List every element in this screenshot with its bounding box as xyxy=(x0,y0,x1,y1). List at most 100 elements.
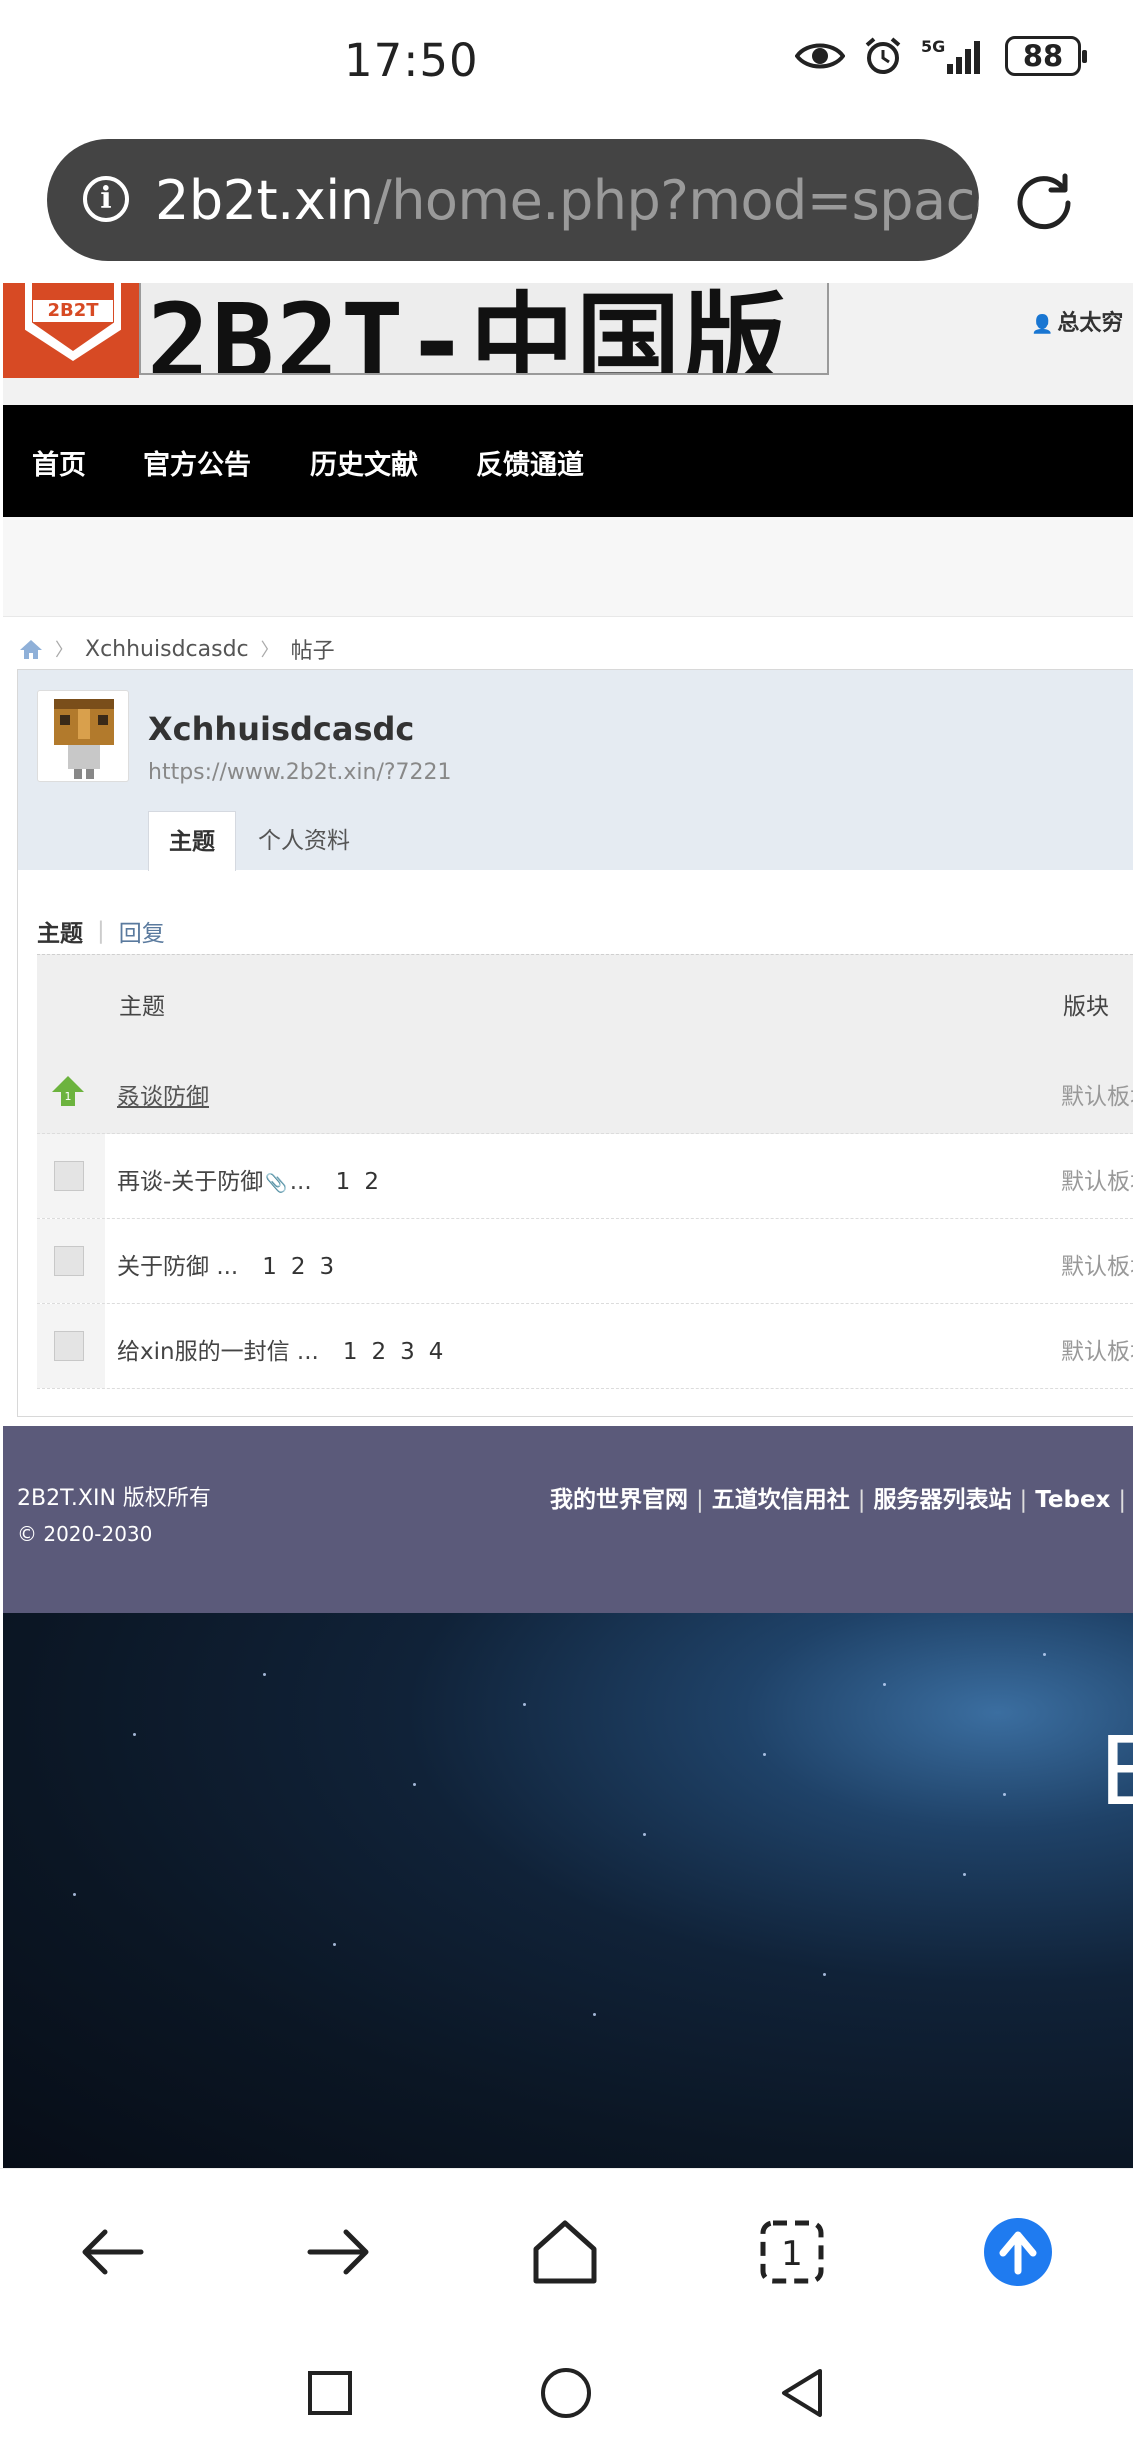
footer-separator: | xyxy=(1118,1487,1127,1513)
table-row[interactable]: 给xin服的一封信 ... 1234 默认板块 xyxy=(37,1304,1133,1389)
topic-title[interactable]: 给xin服的一封信 xyxy=(117,1339,290,1365)
upload-arrow-icon[interactable] xyxy=(983,2217,1053,2287)
system-navigation xyxy=(0,2333,1133,2453)
home-circle-icon[interactable] xyxy=(536,2363,596,2423)
tab-topics[interactable]: 主题 xyxy=(148,811,236,871)
battery-icon: 88 xyxy=(1005,36,1087,76)
site-info-icon[interactable]: i xyxy=(83,176,129,222)
page-links: 123 xyxy=(248,1254,334,1280)
profile-header: Xchhuisdcasdc https://www.2b2t.xin/?7221… xyxy=(18,670,1133,871)
page-link[interactable]: 2 xyxy=(364,1169,379,1195)
site-title-image[interactable]: 2B2T-中国版 xyxy=(139,283,829,375)
site-logo[interactable]: 2B2T xyxy=(3,283,139,378)
hot-topic-icon: 1 xyxy=(52,1076,84,1106)
topic-forum[interactable]: 默认板块 xyxy=(1061,1077,1133,1111)
topic-forum[interactable]: 默认板块 xyxy=(1061,1247,1133,1281)
breadcrumb-section[interactable]: 帖子 xyxy=(291,633,335,665)
topic-forum[interactable]: 默认板块 xyxy=(1061,1162,1133,1196)
alarm-icon xyxy=(865,37,901,74)
header-topic: 主题 xyxy=(119,994,165,1020)
topic-icon xyxy=(54,1161,84,1191)
subtab-separator: | xyxy=(97,918,105,944)
reload-icon[interactable] xyxy=(1013,170,1075,232)
subtab-topics[interactable]: 主题 xyxy=(37,914,83,948)
browser-toolbar: 1 xyxy=(0,2168,1133,2333)
svg-text:5G: 5G xyxy=(921,37,945,56)
footer-link-server-list[interactable]: 服务器列表站 xyxy=(874,1487,1012,1513)
hero-heading-partial: E xyxy=(1100,1713,1133,1828)
topic-forum[interactable]: 默认板块 xyxy=(1061,1332,1133,1366)
site-footer: 2B2T.XIN 版权所有 © 2020-2030 我的世界官网 | 五道坎信用社 |… xyxy=(3,1426,1133,1613)
page-link[interactable]: 2 xyxy=(291,1254,306,1280)
status-time: 17:50 xyxy=(344,34,479,87)
eye-icon xyxy=(795,43,845,69)
footer-separator: | xyxy=(1019,1487,1028,1513)
svg-text:1: 1 xyxy=(65,1090,72,1103)
topic-title-cell: 关于防御 ... 1 2 3 xyxy=(117,1247,334,1281)
topic-ellipsis: ... xyxy=(289,1169,312,1195)
table-row[interactable]: 关于防御 ... 123 默认板块 xyxy=(37,1219,1133,1304)
address-bar[interactable]: i 2b2t.xin/home.php?mod=space& xyxy=(47,139,979,261)
avatar[interactable] xyxy=(37,690,129,782)
topic-table: 主题 版块 1 叒谈防御 默认板块 再谈-关于防御📎...12 默认板 xyxy=(37,954,1133,1389)
footer-links: 我的世界官网 | 五道坎信用社 | 服务器列表站 | Tebex | xyxy=(550,1480,1133,1514)
footer-link-credit[interactable]: 五道坎信用社 xyxy=(712,1487,850,1513)
status-icons: 5G 88 xyxy=(795,36,1087,76)
topic-ellipsis: ... xyxy=(216,1254,239,1280)
back-arrow-icon[interactable] xyxy=(77,2217,147,2287)
nav-history[interactable]: 历史文献 xyxy=(310,443,418,482)
web-page: 2B2T 2B2T-中国版 总太穷 首页 官方公告 历史文献 反馈通道 〉 Xc… xyxy=(3,283,1133,2168)
site-banner: 2B2T 2B2T-中国版 总太穷 xyxy=(3,283,1133,405)
topic-title[interactable]: 关于防御 xyxy=(117,1254,209,1280)
table-row[interactable]: 1 叒谈防御 默认板块 xyxy=(37,1049,1133,1134)
page-link[interactable]: 3 xyxy=(320,1254,335,1280)
status-bar: 17:50 5G 88 xyxy=(0,0,1133,125)
nav-announcements[interactable]: 官方公告 xyxy=(143,443,251,482)
topic-title-cell: 再谈-关于防御 📎... 1 2 xyxy=(117,1162,379,1196)
recents-icon[interactable] xyxy=(300,2363,360,2423)
signal-icon: 5G xyxy=(921,37,980,74)
breadcrumb: 〉 Xchhuisdcasdc 〉 帖子 xyxy=(19,629,335,669)
footer-separator: | xyxy=(857,1487,866,1513)
home-icon[interactable] xyxy=(19,638,43,660)
page-link[interactable]: 3 xyxy=(400,1339,415,1365)
back-triangle-icon[interactable] xyxy=(772,2363,832,2423)
breadcrumb-user[interactable]: Xchhuisdcasdc xyxy=(85,637,249,662)
row-icon-cell xyxy=(37,1219,105,1303)
forward-arrow-icon[interactable] xyxy=(304,2217,374,2287)
main-nav: 首页 官方公告 历史文献 反馈通道 xyxy=(3,405,1133,517)
footer-link-minecraft[interactable]: 我的世界官网 xyxy=(550,1487,688,1513)
profile-name: Xchhuisdcasdc xyxy=(148,710,415,748)
subtab-replies[interactable]: 回复 xyxy=(119,914,165,948)
page-link[interactable]: 4 xyxy=(429,1339,444,1365)
nav-feedback[interactable]: 反馈通道 xyxy=(476,443,584,482)
logo-tag: 2B2T xyxy=(33,300,113,322)
user-menu-link[interactable]: 总太穷 xyxy=(1031,305,1123,337)
topic-icon xyxy=(54,1331,84,1361)
topic-title[interactable]: 再谈-关于防御 xyxy=(117,1169,263,1195)
home-icon[interactable] xyxy=(530,2217,600,2287)
subtabs: 主题 | 回复 xyxy=(37,914,165,948)
topic-title[interactable]: 叒谈防御 xyxy=(117,1077,209,1111)
breadcrumb-separator: 〉 xyxy=(260,640,279,661)
page-link[interactable]: 1 xyxy=(343,1339,358,1365)
tab-profile[interactable]: 个人资料 xyxy=(238,811,370,871)
footer-years: © 2020-2030 xyxy=(17,1522,153,1546)
page-links: 1234 xyxy=(329,1339,444,1365)
table-header: 主题 版块 xyxy=(37,954,1133,1049)
table-row[interactable]: 再谈-关于防御📎... 12 默认板块 xyxy=(37,1134,1133,1219)
page-link[interactable]: 1 xyxy=(336,1169,351,1195)
row-icon-cell: 1 xyxy=(37,1049,105,1133)
footer-link-tebex[interactable]: Tebex xyxy=(1035,1487,1110,1513)
page-link[interactable]: 1 xyxy=(262,1254,277,1280)
tabs-icon[interactable]: 1 xyxy=(757,2217,827,2287)
header-forum: 版块 xyxy=(1063,994,1109,1020)
url-text[interactable]: 2b2t.xin/home.php?mod=space& xyxy=(155,169,979,232)
paperclip-icon: 📎 xyxy=(265,1173,288,1194)
profile-url[interactable]: https://www.2b2t.xin/?7221 xyxy=(148,760,452,785)
breadcrumb-separator: 〉 xyxy=(55,640,73,661)
footer-copyright: 2B2T.XIN 版权所有 xyxy=(17,1486,211,1511)
site-title-text: 2B2T-中国版 xyxy=(147,283,789,375)
page-link[interactable]: 2 xyxy=(371,1339,386,1365)
nav-home[interactable]: 首页 xyxy=(32,443,86,482)
